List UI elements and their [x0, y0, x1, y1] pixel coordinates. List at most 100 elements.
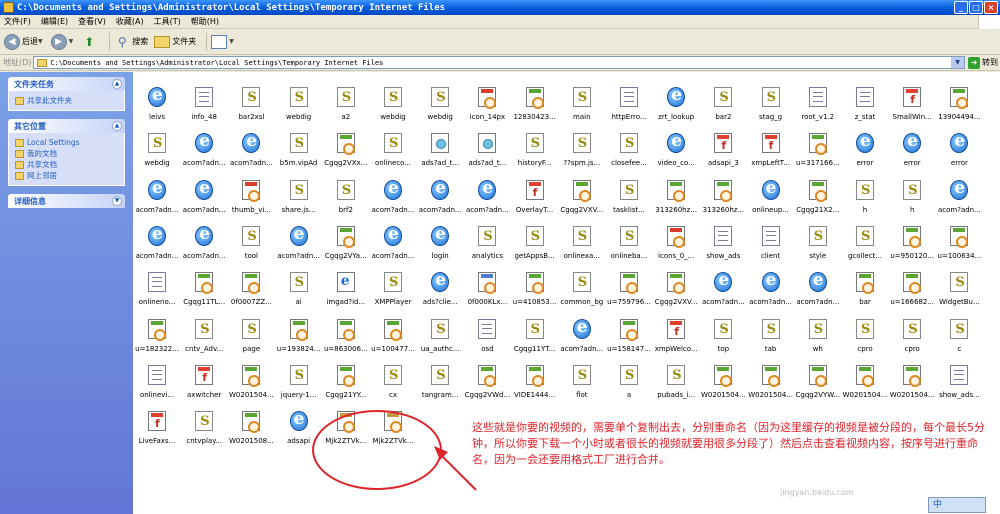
address-input[interactable]: C:\Documents and Settings\Administrator\… [33, 56, 965, 69]
file-item[interactable]: onlinevi... [134, 364, 180, 411]
file-item[interactable]: show_ads [700, 225, 746, 272]
chevron-down-icon[interactable]: ▼ [951, 57, 964, 68]
file-item[interactable]: onlineco... [370, 133, 416, 179]
chevron-down-icon[interactable]: ▼ [69, 38, 74, 45]
file-item[interactable]: ads?ad_t... [417, 133, 463, 179]
file-item[interactable]: axwitcher [181, 364, 227, 411]
file-item[interactable]: W0201504... [700, 364, 746, 411]
file-item[interactable]: 313260hz... [700, 179, 746, 226]
file-item[interactable]: acom?adn... [276, 224, 322, 272]
file-item[interactable]: login [417, 224, 463, 272]
file-item[interactable]: webdig [370, 87, 416, 133]
file-item[interactable]: z_stat [842, 87, 888, 133]
file-item[interactable]: pubads_i... [653, 364, 699, 411]
file-item[interactable]: cpro [889, 318, 935, 365]
file-item[interactable]: u=317166... [795, 133, 841, 179]
file-item[interactable]: a2 [323, 87, 369, 133]
file-item[interactable]: cntv_Adv... [181, 318, 227, 365]
file-item[interactable]: onlineno... [134, 272, 180, 318]
chevron-up-icon[interactable]: ▲ [112, 121, 122, 131]
file-item[interactable]: WidgetBu... [936, 272, 982, 318]
file-item[interactable]: Cgqg2VXx... [323, 133, 369, 179]
back-button[interactable]: ◀ 后退 ▼ [4, 33, 45, 50]
file-item[interactable]: cntvplay... [181, 411, 227, 457]
menu-file[interactable]: 文件(F) [4, 16, 31, 27]
file-item[interactable]: adsapi_3 [700, 133, 746, 179]
file-item[interactable]: acom?adn... [370, 178, 416, 226]
file-item[interactable]: jquery-1... [276, 364, 322, 411]
file-item[interactable]: acom?adn... [370, 224, 416, 272]
close-button[interactable]: × [984, 1, 998, 14]
file-item[interactable]: h [889, 179, 935, 226]
file-item[interactable]: W0201504... [748, 364, 794, 411]
file-item[interactable]: acom?adn... [181, 224, 227, 272]
file-item[interactable]: W0201504... [842, 364, 888, 411]
file-item[interactable]: acom?adn... [700, 270, 746, 318]
file-item[interactable]: Cgqg2VWd... [464, 364, 510, 411]
file-item[interactable]: acom?adn... [936, 178, 982, 226]
other-places-header[interactable]: 其它位置 ▲ [8, 119, 125, 133]
file-item[interactable]: 0f0007ZZ... [228, 272, 274, 318]
details-header[interactable]: 详细信息 ▼ [8, 194, 125, 208]
menu-favorites[interactable]: 收藏(A) [116, 16, 144, 27]
file-item[interactable]: cx [370, 364, 416, 411]
file-item[interactable]: Cgqg2VXV... [559, 179, 605, 226]
file-item[interactable]: brf2 [323, 179, 369, 226]
file-item[interactable]: ua_authc... [417, 318, 463, 365]
file-tasks-header[interactable]: 文件夹任务 ▲ [8, 77, 125, 91]
file-item[interactable]: cpro [842, 318, 888, 365]
file-item[interactable]: W0201504... [228, 364, 274, 411]
file-item[interactable]: tool [228, 225, 274, 272]
file-item[interactable]: c [936, 318, 982, 365]
file-item[interactable]: onlinexa... [559, 225, 605, 272]
chevron-down-icon[interactable]: ▼ [38, 38, 43, 45]
place-my-documents[interactable]: 我的文档 [15, 148, 118, 159]
menu-view[interactable]: 查看(V) [78, 16, 106, 27]
up-button[interactable]: ⬆ [81, 34, 99, 50]
file-item[interactable]: getAppsB... [512, 225, 558, 272]
file-item[interactable]: acom?adn... [228, 131, 274, 179]
file-item[interactable]: icon_14px [464, 87, 510, 133]
file-item[interactable]: bar2 [700, 87, 746, 133]
file-item[interactable]: ??spm.js... [559, 133, 605, 179]
file-item[interactable]: Cgqg11TL... [181, 272, 227, 318]
file-item[interactable]: webdig [134, 133, 180, 179]
views-button[interactable]: ▼ [211, 34, 236, 49]
file-item[interactable]: video_co... [653, 131, 699, 179]
file-item[interactable]: main [559, 87, 605, 133]
file-item[interactable]: 313260hz... [653, 179, 699, 226]
menu-help[interactable]: 帮助(H) [191, 16, 219, 27]
file-item[interactable]: OverlayT... [512, 179, 558, 226]
ime-indicator[interactable]: 中 [928, 497, 986, 513]
file-item[interactable]: acom?adn... [181, 131, 227, 179]
file-item[interactable]: Cgqg21X2... [795, 179, 841, 226]
file-item[interactable]: imgad?id... [323, 272, 369, 318]
file-item[interactable]: u=410853... [512, 272, 558, 318]
file-item[interactable]: error [936, 131, 982, 179]
file-item[interactable]: client [748, 225, 794, 272]
file-item[interactable]: zrt_lookup [653, 85, 699, 133]
file-item[interactable]: share.js... [276, 179, 322, 226]
file-item[interactable]: icons_0_... [653, 225, 699, 272]
file-item[interactable]: Cgqg2VYW... [795, 364, 841, 411]
file-item[interactable]: analytics [464, 225, 510, 272]
file-item[interactable]: b5m.vipAd [276, 133, 322, 179]
menu-edit[interactable]: 编辑(E) [41, 16, 68, 27]
file-item[interactable]: VIDE1444... [512, 364, 558, 411]
file-item[interactable]: osd [464, 318, 510, 365]
file-item[interactable]: Cgqg2VXV... [653, 272, 699, 318]
file-item[interactable]: httpErro... [606, 87, 652, 133]
chevron-down-icon[interactable]: ▼ [229, 38, 234, 45]
file-item[interactable]: u=166682... [889, 272, 935, 318]
file-item[interactable]: Cgqg21YY... [323, 364, 369, 411]
file-item[interactable]: tasklist... [606, 179, 652, 226]
place-network[interactable]: 网上邻居 [15, 170, 118, 181]
forward-button[interactable]: ▶ ▼ [50, 33, 76, 50]
file-item[interactable]: style [795, 225, 841, 272]
go-button[interactable]: ➜ 转到 [968, 56, 998, 69]
file-item[interactable]: tangram... [417, 364, 463, 411]
file-item[interactable]: bar2xsl [228, 87, 274, 133]
file-item[interactable]: closefee... [606, 133, 652, 179]
file-item[interactable]: acom?adn... [134, 178, 180, 226]
file-item[interactable]: 12830423... [512, 87, 558, 133]
